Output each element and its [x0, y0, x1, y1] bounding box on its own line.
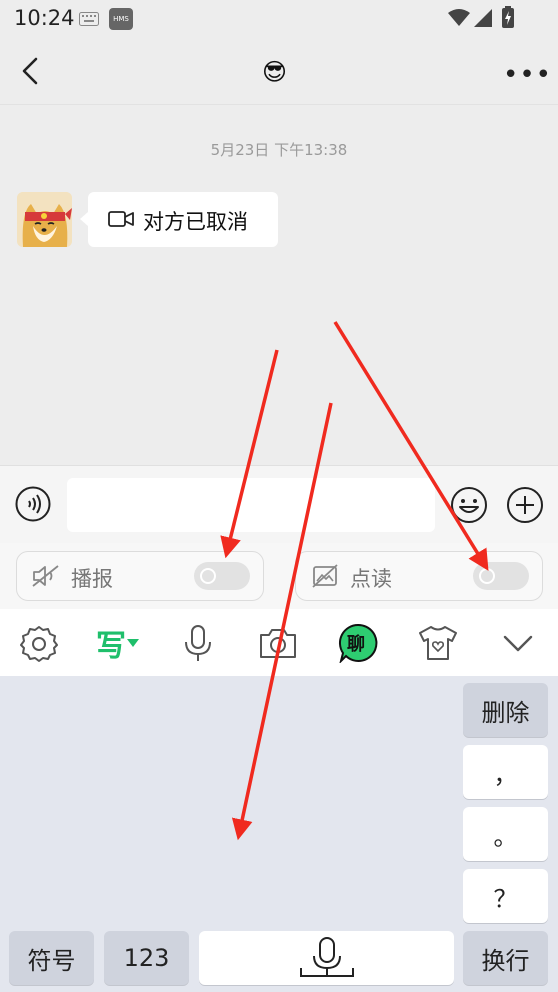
dropdown-triangle-icon — [127, 639, 139, 647]
delete-key[interactable]: 删除 — [463, 683, 548, 737]
handwriting-area[interactable] — [0, 676, 455, 924]
more-options-icon[interactable]: ••• — [503, 60, 552, 90]
chat-header: 😎 ••• — [0, 38, 558, 105]
voice-input-toggle-icon[interactable] — [15, 486, 51, 522]
period-key[interactable]: 。 — [463, 807, 548, 861]
hms-icon: HMS — [109, 8, 133, 30]
switch-knob — [200, 568, 216, 584]
keyboard-toolbar: 写 聊 — [0, 609, 558, 676]
read-aloud-label: 点读 — [350, 567, 392, 591]
avatar[interactable] — [17, 192, 72, 247]
broadcast-toggle-card[interactable]: 播报 — [16, 551, 264, 601]
back-arrow-icon[interactable] — [18, 56, 46, 86]
camera-icon[interactable] — [258, 623, 298, 663]
handwriting-mode-button[interactable]: 写 — [96, 623, 140, 664]
settings-gear-icon[interactable] — [19, 623, 59, 663]
keyboard-status-icon — [79, 12, 99, 26]
broadcast-switch[interactable] — [194, 562, 250, 590]
more-functions-plus-icon[interactable] — [506, 486, 544, 524]
read-aloud-toggle-card[interactable]: 点读 — [295, 551, 543, 601]
contact-title-emoji: 😎 — [262, 58, 288, 86]
message-bubble[interactable]: 对方已取消 — [80, 192, 278, 247]
numbers-key[interactable]: 123 — [104, 931, 189, 985]
chat-label: 聊 — [347, 634, 365, 655]
message-timestamp: 5月23日 下午13:38 — [210, 141, 348, 159]
status-time: 10:24 — [14, 6, 75, 30]
read-aloud-switch[interactable] — [473, 562, 529, 590]
shiba-avatar-image — [17, 192, 72, 247]
comma-key[interactable]: ， — [463, 745, 548, 799]
speaker-muted-icon — [32, 565, 59, 587]
keyboard: 删除 ， 。 ？ 符号 123 换行 — [0, 676, 558, 992]
broadcast-label: 播报 — [71, 567, 113, 591]
enter-key[interactable]: 换行 — [463, 931, 548, 985]
message-text: 对方已取消 — [143, 210, 248, 234]
write-label: 写 — [96, 629, 126, 664]
skin-theme-shirt-icon[interactable] — [418, 623, 458, 663]
space-voice-key[interactable] — [199, 931, 454, 985]
battery-icon — [502, 6, 514, 28]
microphone-icon[interactable] — [178, 623, 218, 663]
video-call-icon — [108, 211, 134, 227]
chat-assist-button[interactable]: 聊 — [338, 623, 378, 665]
message-input[interactable] — [67, 478, 435, 532]
wifi-icon — [448, 9, 470, 26]
image-read-muted-icon — [312, 564, 338, 588]
emoji-icon[interactable] — [450, 486, 488, 524]
signal-icon — [474, 9, 492, 27]
collapse-keyboard-chevron-icon[interactable] — [498, 623, 538, 663]
symbols-key[interactable]: 符号 — [9, 931, 94, 985]
keyboard-feature-toggles: 播报 点读 — [0, 543, 558, 609]
switch-knob — [479, 568, 495, 584]
status-bar: 10:24 HMS — [0, 0, 558, 38]
question-key[interactable]: ？ — [463, 869, 548, 923]
input-bar — [0, 465, 558, 544]
space-microphone-icon — [299, 937, 354, 977]
